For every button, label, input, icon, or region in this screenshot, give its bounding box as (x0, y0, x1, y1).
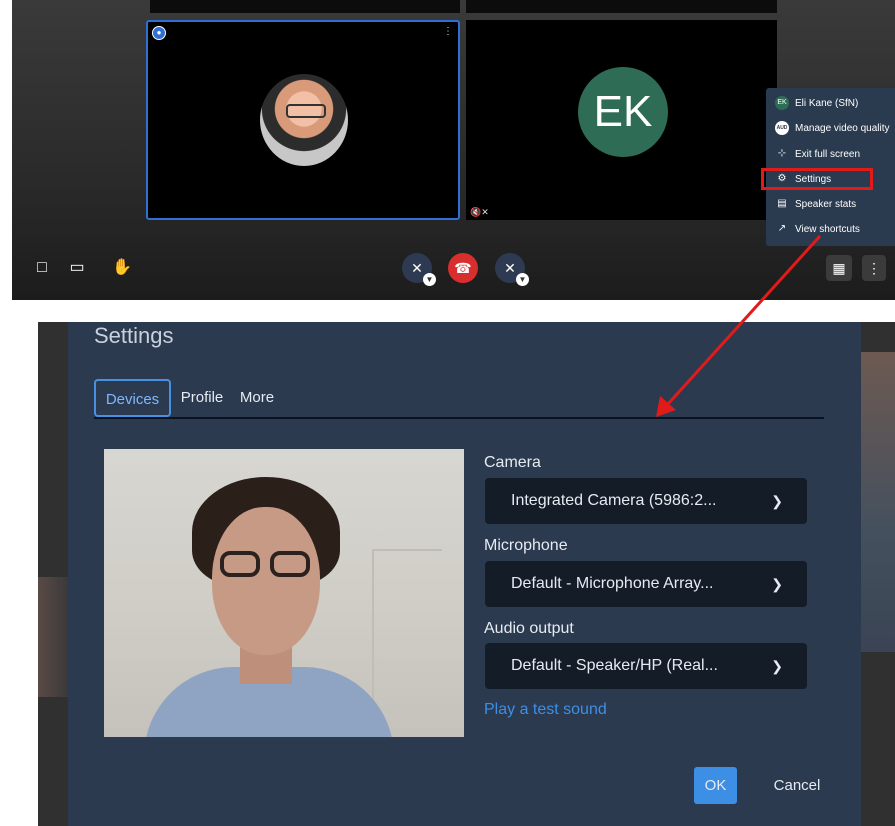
menu-item-label: Exit full screen (795, 148, 861, 160)
background-video-right (860, 352, 895, 652)
chevron-down-icon[interactable]: ▼ (516, 273, 529, 286)
participant-avatar-initials: EK (578, 67, 668, 157)
menu-item-exit-full-screen[interactable]: ⊹ Exit full screen (766, 143, 895, 165)
exit-fullscreen-icon: ⊹ (777, 148, 787, 159)
microphone-toggle-button[interactable]: ✕ ▼ (402, 253, 436, 286)
chevron-down-icon: ❯ (771, 658, 783, 674)
phone-hangup-icon: ☎ (454, 260, 472, 276)
avatar-icon: EK (775, 96, 789, 110)
speaker-indicator-icon: ● (152, 26, 166, 40)
camera-off-icon: ✕ (504, 260, 516, 276)
screenshot-root: ● ⋮ EK 🔇✕ □ ▭ ✋ ✕ ▼ ☎ ✕ ▼ ▦ ⋮ EK Eli Kan… (0, 0, 895, 826)
camera-preview (104, 449, 464, 737)
menu-item-label: Speaker stats (795, 198, 857, 210)
menu-item-speaker-stats[interactable]: ▤ Speaker stats (766, 193, 895, 215)
preview-person-face (212, 507, 320, 655)
screen-share-icon[interactable]: ▭ (67, 258, 87, 278)
overflow-menu: EK Eli Kane (SfN) AUD Manage video quali… (766, 88, 895, 246)
meeting-view: ● ⋮ EK 🔇✕ □ ▭ ✋ ✕ ▼ ☎ ✕ ▼ ▦ ⋮ EK Eli Kan… (12, 0, 895, 300)
menu-item-manage-video-quality[interactable]: AUD Manage video quality (766, 117, 895, 139)
preview-person-glasses (220, 551, 312, 579)
tile-top-left (150, 0, 460, 13)
camera-label: Camera (484, 454, 541, 471)
ok-button[interactable]: OK (694, 767, 737, 804)
video-quality-icon: AUD (775, 121, 789, 135)
camera-select[interactable]: Integrated Camera (5986:2... ❯ (485, 478, 807, 524)
participant-tile-active-speaker[interactable]: ● ⋮ (146, 20, 460, 220)
chevron-down-icon: ❯ (771, 493, 783, 509)
preview-background-door (372, 549, 442, 737)
hangup-button[interactable]: ☎ (448, 253, 478, 283)
microphone-select-value: Default - Microphone Array... (511, 575, 714, 592)
chevron-down-icon[interactable]: ▼ (423, 273, 436, 286)
menu-item-label: View shortcuts (795, 223, 860, 235)
menu-item-label: Manage video quality (795, 122, 890, 134)
background-video-left (38, 577, 68, 697)
chevron-down-icon: ❯ (771, 576, 783, 592)
menu-item-view-shortcuts[interactable]: ↗ View shortcuts (766, 218, 895, 240)
microphone-muted-icon: ✕ (411, 260, 423, 276)
meeting-toolbar: □ ▭ ✋ ✕ ▼ ☎ ✕ ▼ ▦ ⋮ (12, 248, 895, 288)
tab-devices[interactable]: Devices (94, 379, 171, 417)
audio-output-label: Audio output (484, 620, 574, 637)
menu-item-profile[interactable]: EK Eli Kane (SfN) (766, 92, 895, 114)
more-vertical-icon: ⋮ (867, 260, 881, 276)
menu-item-label: Eli Kane (SfN) (795, 97, 859, 109)
audio-output-select-value: Default - Speaker/HP (Real... (511, 657, 718, 674)
external-link-icon: ↗ (777, 223, 787, 234)
microphone-label: Microphone (484, 537, 568, 554)
grid-icon: ▦ (832, 260, 846, 276)
participant-tile-eli-kane[interactable]: EK 🔇✕ (466, 20, 777, 220)
bar-chart-icon: ▤ (777, 198, 787, 209)
tile-more-icon[interactable]: ⋮ (443, 26, 453, 37)
tab-more[interactable]: More (234, 379, 280, 417)
chat-icon[interactable]: □ (32, 258, 52, 278)
audio-output-select[interactable]: Default - Speaker/HP (Real... ❯ (485, 643, 807, 689)
muted-status-icon: 🔇✕ (470, 207, 489, 217)
settings-tabs: Devices Profile More (94, 379, 824, 419)
cancel-button[interactable]: Cancel (762, 767, 832, 804)
participant-avatar-photo (260, 74, 348, 166)
settings-background: Settings Devices Profile More Camera Int… (38, 322, 895, 826)
camera-toggle-button[interactable]: ✕ ▼ (495, 253, 529, 286)
tile-view-button[interactable]: ▦ (826, 255, 852, 281)
play-test-sound-link[interactable]: Play a test sound (484, 700, 607, 720)
raise-hand-icon[interactable]: ✋ (112, 258, 132, 278)
tab-profile[interactable]: Profile (174, 379, 230, 417)
microphone-select[interactable]: Default - Microphone Array... ❯ (485, 561, 807, 607)
tile-top-right (466, 0, 777, 13)
more-actions-button[interactable]: ⋮ (862, 255, 886, 281)
dialog-title: Settings (94, 323, 174, 348)
settings-highlight-box (761, 168, 873, 190)
settings-dialog: Settings Devices Profile More Camera Int… (68, 322, 861, 826)
camera-select-value: Integrated Camera (5986:2... (511, 492, 717, 509)
